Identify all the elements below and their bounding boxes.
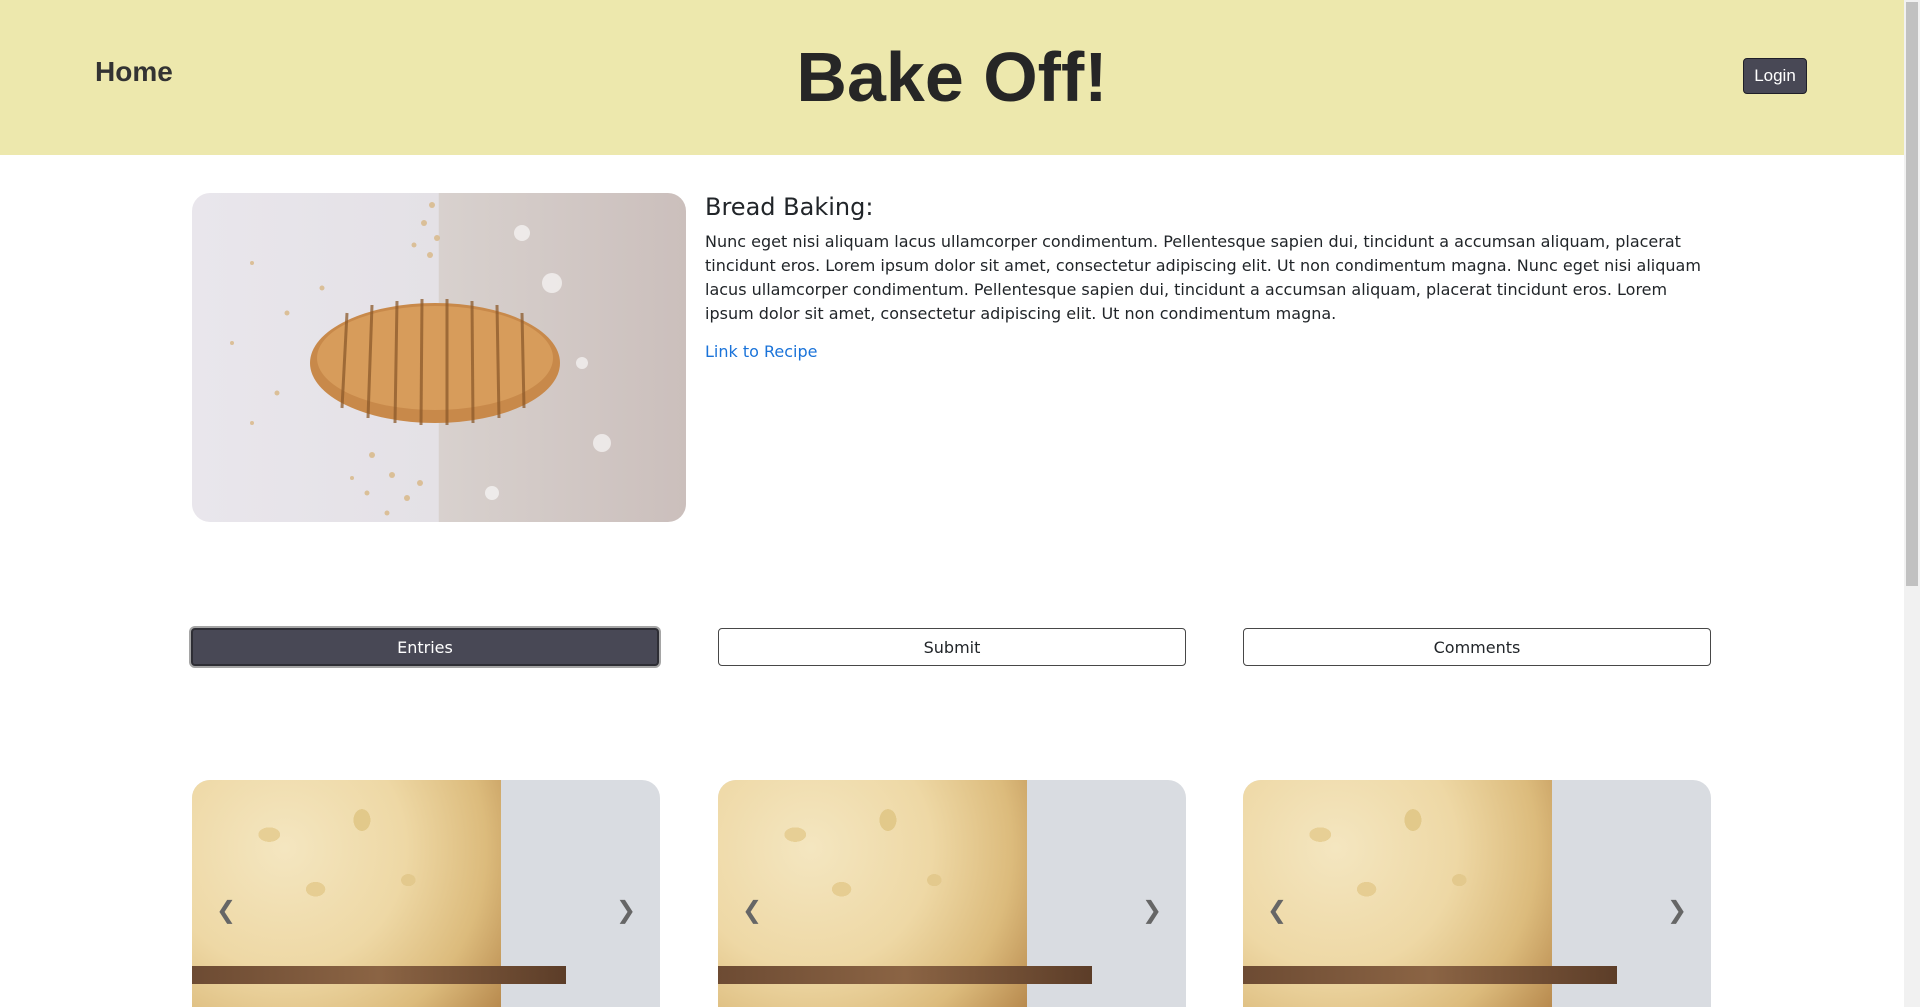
tab-submit[interactable]: Submit <box>718 628 1186 666</box>
chevron-right-icon[interactable]: ❯ <box>1665 898 1689 922</box>
chevron-right-icon[interactable]: ❯ <box>614 898 638 922</box>
feature-description: Nunc eget nisi aliquam lacus ullamcorper… <box>705 232 1701 323</box>
entry-carousel-3: ❮ ❯ <box>1243 780 1711 1007</box>
login-button[interactable]: Login <box>1743 58 1807 94</box>
chevron-right-icon[interactable]: ❯ <box>1140 898 1164 922</box>
chevron-left-icon[interactable]: ❮ <box>214 898 238 922</box>
scrollbar-thumb[interactable] <box>1906 2 1918 586</box>
site-header: Home Bake Off! Login <box>0 0 1904 155</box>
chevron-left-icon[interactable]: ❮ <box>1265 898 1289 922</box>
entry-carousel-2: ❮ ❯ <box>718 780 1186 1007</box>
recipe-link[interactable]: Link to Recipe <box>705 342 817 361</box>
tab-entries[interactable]: Entries <box>191 628 659 666</box>
page-scrollbar[interactable] <box>1904 0 1920 1007</box>
tab-comments[interactable]: Comments <box>1243 628 1711 666</box>
site-title: Bake Off! <box>796 38 1108 116</box>
bread-loaf-photo <box>192 193 686 522</box>
feature-title: Bread Baking: <box>705 193 874 221</box>
chevron-left-icon[interactable]: ❮ <box>740 898 764 922</box>
entry-carousel-1: ❮ ❯ <box>192 780 660 1007</box>
